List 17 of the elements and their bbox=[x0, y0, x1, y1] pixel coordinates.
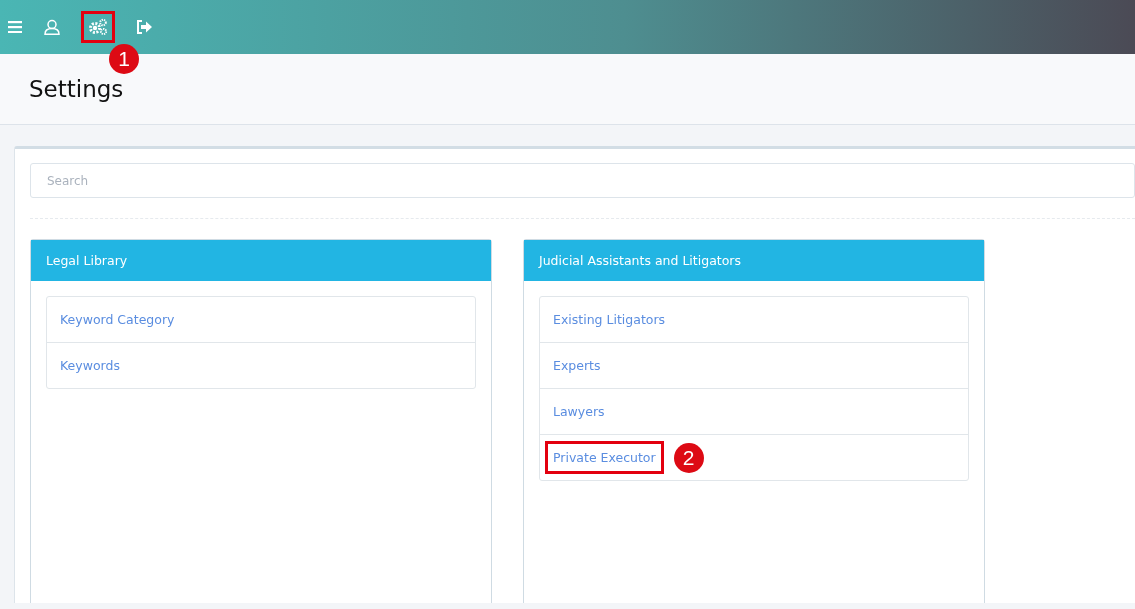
panel-title: Judicial Assistants and Litigators bbox=[539, 253, 741, 268]
settings-link[interactable]: Existing Litigators bbox=[545, 303, 674, 336]
page-title: Settings bbox=[29, 76, 124, 102]
step-number-badge: 2 bbox=[673, 442, 704, 473]
search-field[interactable]: Search bbox=[30, 163, 1135, 198]
menu-icon bbox=[8, 21, 22, 33]
settings-icon bbox=[88, 18, 108, 36]
settings-link[interactable]: Keywords bbox=[52, 349, 128, 382]
settings-link[interactable]: Keyword Category bbox=[52, 303, 183, 336]
logout-icon bbox=[135, 20, 153, 34]
settings-button[interactable] bbox=[81, 11, 115, 43]
settings-link[interactable]: Lawyers bbox=[545, 395, 613, 428]
step-number-badge: 1 bbox=[109, 44, 139, 74]
settings-link[interactable]: Experts bbox=[545, 349, 609, 382]
panel-title: Legal Library bbox=[46, 253, 128, 268]
user-icon bbox=[44, 19, 60, 35]
settings-link[interactable]: Private Executor bbox=[545, 441, 664, 474]
